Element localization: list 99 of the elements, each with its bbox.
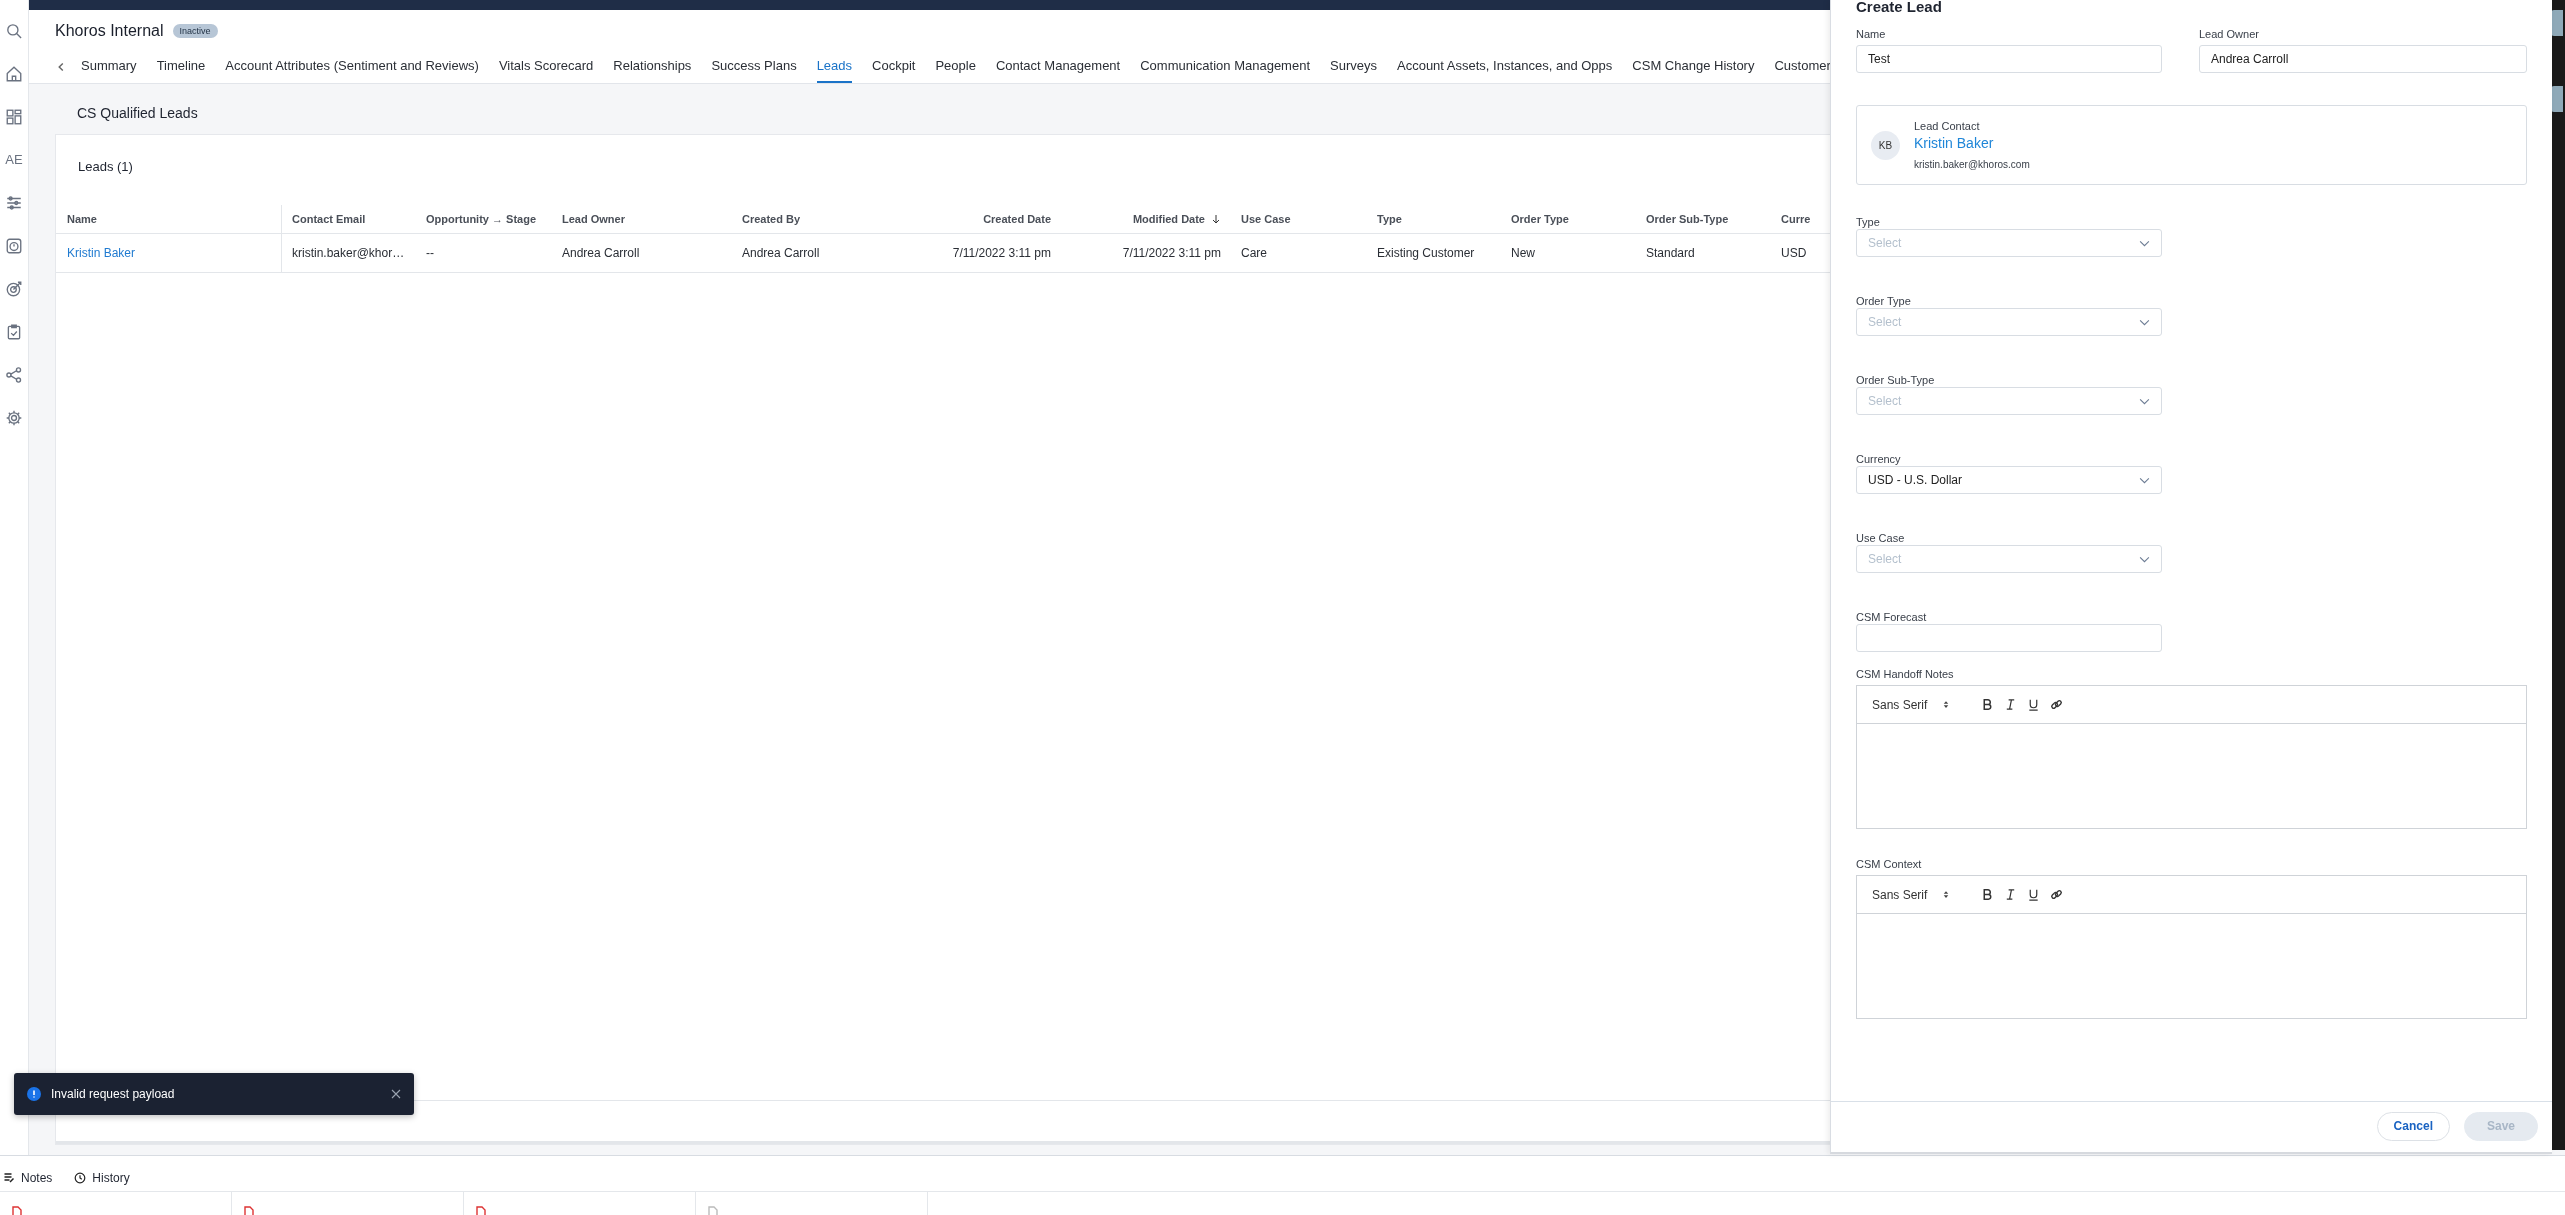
select-field[interactable]: USD - U.S. Dollar (1856, 466, 2162, 494)
rich-text-editor[interactable]: Sans Serif (1856, 875, 2527, 1019)
search-icon[interactable] (5, 22, 23, 40)
tab[interactable]: People (935, 51, 976, 83)
file-icon (12, 1206, 22, 1215)
column-header[interactable]: Lead Owner (552, 205, 732, 233)
link-icon[interactable] (2050, 698, 2064, 711)
table-cell-text: Andrea Carroll (561, 245, 641, 262)
clipboard-icon[interactable] (5, 323, 23, 341)
input-field[interactable] (1856, 624, 2162, 652)
column-header[interactable]: Contact Email (282, 205, 416, 233)
table-cell-text: kristin.baker@khor… (291, 245, 406, 262)
input-field[interactable]: Test (1856, 45, 2162, 73)
tab[interactable]: Timeline (156, 51, 206, 83)
contact-label: Lead Contact (1914, 120, 1981, 132)
chevron-down-icon (2139, 476, 2150, 484)
input-field[interactable]: Andrea Carroll (2199, 45, 2527, 73)
rich-text-editor[interactable]: Sans Serif (1856, 685, 2527, 829)
notes-icon (3, 1172, 15, 1184)
tab[interactable]: Success Plans (711, 51, 797, 83)
alert-icon (27, 1087, 41, 1101)
field-label: Order Sub-Type (1856, 374, 1936, 387)
table-cell-text: New (1510, 245, 1536, 262)
font-picker[interactable]: Sans Serif (1872, 887, 1950, 902)
field-label: Name (1856, 28, 1887, 41)
panel-button[interactable]: Cancel (2376, 1111, 2450, 1141)
section-title: CS Qualified Leads (76, 104, 198, 123)
settings-icon[interactable] (5, 409, 23, 427)
timer-icon[interactable] (5, 237, 23, 255)
field-label: Type (1856, 216, 1881, 229)
column-header[interactable]: Type (1367, 205, 1501, 233)
file-icon (708, 1206, 718, 1215)
field-label: Order Type (1856, 295, 1912, 308)
account-title: Khoros Internal (55, 22, 164, 40)
tab[interactable]: Communication Management (1140, 51, 1310, 83)
column-header[interactable]: Opportunity → Stage (416, 205, 552, 233)
chevron-down-icon (2139, 318, 2150, 326)
contact-email: kristin.baker@khoros.com (1914, 159, 2030, 170)
field-label: CSM Forecast (1856, 611, 1928, 624)
tab[interactable]: Surveys (1330, 51, 1377, 83)
home-icon[interactable] (5, 65, 23, 83)
table-cell-text: Care (1240, 245, 1268, 262)
table-cell-text: USD (1780, 245, 1808, 262)
bottom-tab[interactable]: Notes (3, 1165, 53, 1191)
tab[interactable]: Vitals Scorecard (498, 51, 594, 83)
tab[interactable]: Summary (81, 51, 137, 83)
column-header[interactable]: Order Sub-Type (1636, 205, 1771, 233)
tab[interactable]: Relationships (613, 51, 692, 83)
close-icon[interactable] (391, 1089, 401, 1099)
contact-name-link[interactable]: Kristin Baker (1914, 135, 2030, 151)
field-label: Currency (1856, 453, 1902, 466)
table-title: Leads (1) (77, 158, 133, 176)
column-header[interactable]: Order Type (1501, 205, 1636, 233)
name-link[interactable]: Kristin Baker (56, 234, 282, 272)
chevron-down-icon (2139, 555, 2150, 563)
column-header[interactable]: Name (56, 205, 282, 233)
chevron-down-icon (2139, 239, 2150, 247)
sidebar-item[interactable]: AE (5, 151, 23, 169)
chevron-down-icon (2139, 397, 2150, 405)
field-label: CSM Handoff Notes (1856, 668, 1955, 681)
field-label: Lead Owner (2199, 28, 2260, 41)
updown-icon (1943, 700, 1950, 709)
tab[interactable]: CSM Change History (1632, 51, 1755, 83)
table-cell-text: Andrea Carroll (741, 245, 821, 262)
tab[interactable]: Account Attributes (Sentiment and Reviews) (225, 51, 479, 83)
avatar: KB (1871, 130, 1900, 160)
file-icon (244, 1206, 254, 1215)
table-cell-text: 7/11/2022 3:11 pm (1121, 245, 1222, 262)
panel-title: Create Lead (1856, 0, 1943, 17)
updown-icon (1943, 890, 1950, 899)
column-header[interactable]: Curre (1771, 205, 1827, 233)
bottom-tab[interactable]: History (74, 1165, 130, 1191)
clock-icon (74, 1172, 87, 1184)
column-header[interactable]: Modified Date (1061, 205, 1231, 233)
target-icon[interactable] (5, 280, 23, 298)
table-cell-text: -- (425, 245, 435, 262)
tab[interactable]: Customer (1774, 51, 1831, 83)
file-icon (476, 1206, 486, 1215)
status-badge: Inactive (172, 24, 218, 38)
underline-icon[interactable] (2027, 888, 2041, 901)
tab[interactable]: Cockpit (872, 51, 916, 83)
link-icon[interactable] (2050, 888, 2064, 901)
list-icon[interactable] (5, 194, 23, 212)
underline-icon[interactable] (2027, 698, 2041, 711)
table-cell-text: 7/11/2022 3:11 pm (951, 245, 1052, 262)
table-cell-text: Existing Customer (1376, 245, 1476, 262)
column-header[interactable]: Created By (732, 205, 902, 233)
tab[interactable]: Leads (816, 51, 853, 83)
tab[interactable]: Account Assets, Instances, and Opps (1397, 51, 1613, 83)
table-cell-text: Standard (1645, 245, 1696, 262)
font-picker[interactable]: Sans Serif (1872, 697, 1950, 712)
field-label: CSM Context (1856, 858, 1923, 871)
column-header[interactable]: Use Case (1231, 205, 1367, 233)
grid-icon[interactable] (5, 108, 23, 126)
nodes-icon[interactable] (5, 366, 23, 384)
column-header[interactable]: Created Date (902, 205, 1061, 233)
field-label: Use Case (1856, 532, 1906, 545)
tab[interactable]: Contact Management (995, 51, 1121, 83)
toast-message: Invalid request payload (51, 1087, 176, 1101)
